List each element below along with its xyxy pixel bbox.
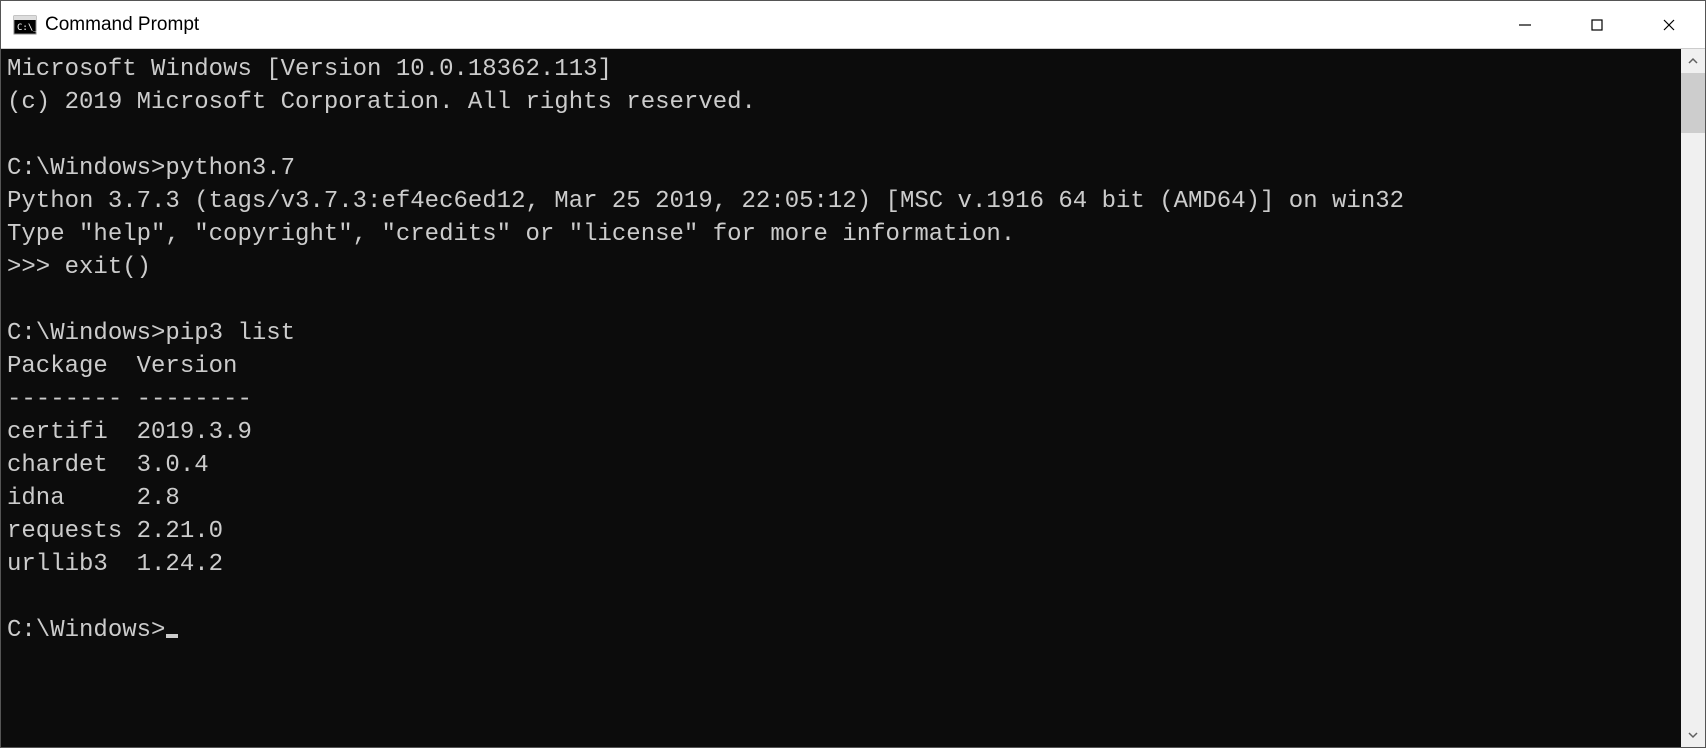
scroll-track[interactable] xyxy=(1681,73,1705,723)
scroll-thumb[interactable] xyxy=(1681,73,1705,133)
window-controls xyxy=(1489,1,1705,48)
maximize-button[interactable] xyxy=(1561,1,1633,48)
window-title: Command Prompt xyxy=(45,14,1489,36)
scroll-down-arrow-icon[interactable] xyxy=(1681,723,1705,747)
terminal-output[interactable]: Microsoft Windows [Version 10.0.18362.11… xyxy=(1,49,1681,747)
content-area: Microsoft Windows [Version 10.0.18362.11… xyxy=(1,49,1705,747)
cursor xyxy=(166,634,178,638)
command-prompt-icon: C:\_ xyxy=(13,13,37,37)
titlebar[interactable]: C:\_ Command Prompt xyxy=(1,1,1705,49)
close-button[interactable] xyxy=(1633,1,1705,48)
svg-text:C:\_: C:\_ xyxy=(17,23,37,33)
command-prompt-window: C:\_ Command Prompt Microsoft Windows [V… xyxy=(0,0,1706,748)
vertical-scrollbar[interactable] xyxy=(1681,49,1705,747)
minimize-button[interactable] xyxy=(1489,1,1561,48)
scroll-up-arrow-icon[interactable] xyxy=(1681,49,1705,73)
